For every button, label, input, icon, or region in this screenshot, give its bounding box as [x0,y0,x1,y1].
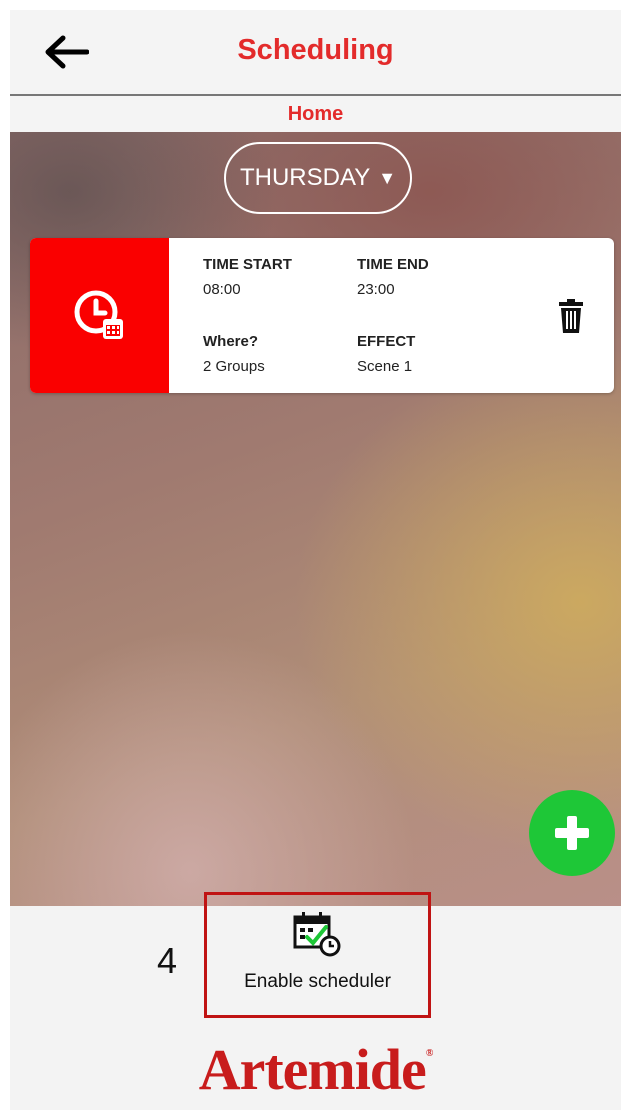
where-label: Where? [203,333,259,350]
effect-value: Scene 1 [357,358,413,375]
top-bar: Scheduling [10,10,621,95]
time-start-field: TIME START 08:00 [203,256,292,298]
add-schedule-button[interactable] [529,790,615,876]
delete-button[interactable] [554,296,588,336]
enable-scheduler-button[interactable]: Enable scheduler [204,892,431,1018]
brand-logo: Artemide® [10,1036,621,1103]
bottom-bar: 4 Enable scheduler Artemide® [10,892,621,1110]
time-end-field: TIME END 23:00 [357,256,429,298]
location-label: Home [10,96,621,132]
time-start-label: TIME START [203,256,292,273]
trash-icon [559,299,583,333]
schedule-card[interactable]: TIME START 08:00 TIME END 23:00 Where? 2… [30,238,614,393]
registered-mark: ® [425,1048,434,1059]
app-screen: Scheduling Home THURSDAY ▼ TIME START 08… [10,10,621,1110]
effect-field: EFFECT Scene 1 [357,333,415,375]
where-value: 2 Groups [203,358,265,375]
step-number: 4 [157,940,178,981]
brand-logo-text: Artemide [198,1037,427,1102]
enable-scheduler-label: Enable scheduler [244,971,391,992]
calendar-check-clock-icon [293,912,341,957]
page-title: Scheduling [237,34,394,66]
time-start-value: 08:00 [203,281,241,298]
schedule-content: THURSDAY ▼ TIME START 08:00 TIME END 23:… [10,132,621,906]
day-dropdown[interactable]: THURSDAY ▼ [224,142,412,214]
chevron-down-icon: ▼ [378,167,397,188]
effect-label: EFFECT [357,333,416,350]
where-field: Where? 2 Groups [203,333,265,375]
time-end-value: 23:00 [357,281,395,298]
time-end-label: TIME END [357,256,429,273]
clock-calendar-icon [74,290,123,339]
schedule-card-icon-panel [30,238,169,393]
plus-icon [555,816,589,850]
day-dropdown-value: THURSDAY [239,164,371,191]
